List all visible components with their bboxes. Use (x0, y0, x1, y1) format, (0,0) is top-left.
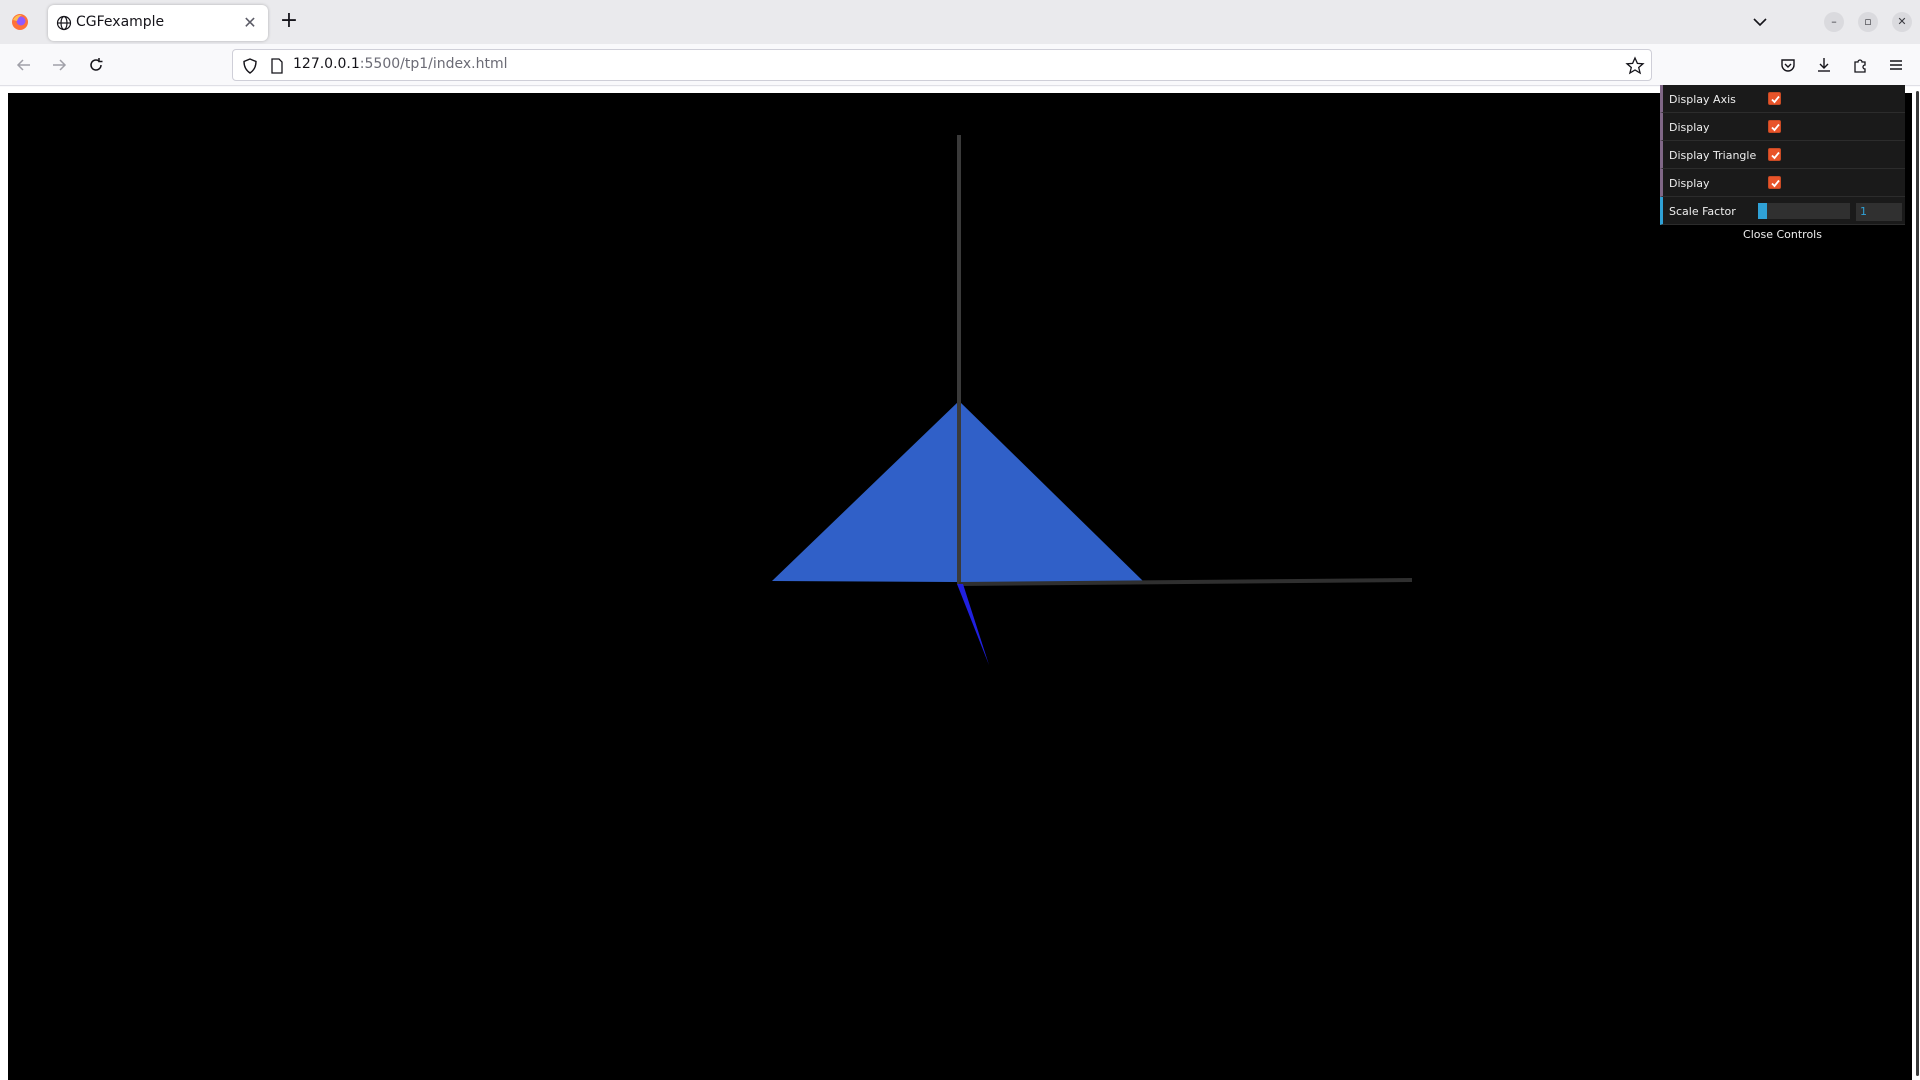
control-scale-factor: Scale Factor 1 (1660, 197, 1905, 225)
control-label: Display (1669, 177, 1710, 190)
new-tab-button[interactable]: + (278, 10, 300, 33)
control-label: Scale Factor (1669, 205, 1736, 218)
restore-icon[interactable]: ▫ (1858, 12, 1878, 32)
scale-factor-input[interactable]: 1 (1856, 203, 1902, 221)
scale-factor-slider-fill (1758, 203, 1768, 219)
pocket-icon[interactable] (1774, 51, 1802, 79)
shield-icon[interactable] (241, 57, 259, 75)
reload-icon[interactable] (82, 51, 110, 79)
close-tab-icon[interactable]: ✕ (240, 13, 260, 33)
display-triangle-checkbox[interactable] (1768, 148, 1781, 161)
navigation-bar: 127.0.0.1:5500/tp1/index.html (0, 44, 1920, 86)
display-checkbox[interactable] (1768, 176, 1781, 189)
globe-icon (56, 15, 72, 31)
downloads-icon[interactable] (1810, 51, 1838, 79)
url-host: 127.0.0.1 (293, 56, 360, 72)
page-viewport (0, 87, 1920, 1080)
tab-cgfexample[interactable]: CGFexample ✕ (48, 5, 268, 41)
menu-icon[interactable] (1882, 51, 1910, 79)
control-display-axis[interactable]: Display Axis (1660, 85, 1905, 113)
controls-panel: Display Axis Display Display Triangle Di… (1660, 85, 1905, 245)
control-label: Display (1669, 121, 1710, 134)
chevron-down-icon[interactable] (1750, 12, 1770, 32)
bookmark-star-icon[interactable] (1625, 56, 1645, 76)
display-axis-checkbox[interactable] (1768, 92, 1781, 105)
back-arrow-icon[interactable] (10, 51, 38, 79)
control-display-1[interactable]: Display (1660, 113, 1905, 141)
display-checkbox[interactable] (1768, 120, 1781, 133)
tab-strip: CGFexample ✕ + – ▫ ✕ (0, 0, 1920, 44)
url-text[interactable]: 127.0.0.1:5500/tp1/index.html (293, 56, 508, 72)
control-display-2[interactable]: Display (1660, 169, 1905, 197)
scrollbar-thumb[interactable] (1916, 91, 1919, 1076)
control-display-triangle[interactable]: Display Triangle (1660, 141, 1905, 169)
control-label: Display Axis (1669, 93, 1736, 106)
url-path: :5500/tp1/index.html (359, 56, 508, 72)
page-icon[interactable] (269, 57, 285, 75)
url-bar[interactable]: 127.0.0.1:5500/tp1/index.html (232, 49, 1652, 81)
extensions-icon[interactable] (1846, 51, 1874, 79)
close-controls-button[interactable]: Close Controls (1660, 225, 1905, 245)
window-close-icon[interactable]: ✕ (1892, 12, 1912, 32)
control-label: Display Triangle (1669, 149, 1757, 162)
tab-title: CGFexample (76, 14, 165, 30)
scale-factor-slider[interactable] (1758, 203, 1850, 219)
forward-arrow-icon[interactable] (45, 51, 73, 79)
firefox-logo-icon[interactable] (10, 12, 30, 32)
minimize-icon[interactable]: – (1824, 12, 1844, 32)
scrollbar[interactable] (1912, 87, 1920, 1080)
webgl-canvas[interactable] (8, 93, 1912, 1080)
